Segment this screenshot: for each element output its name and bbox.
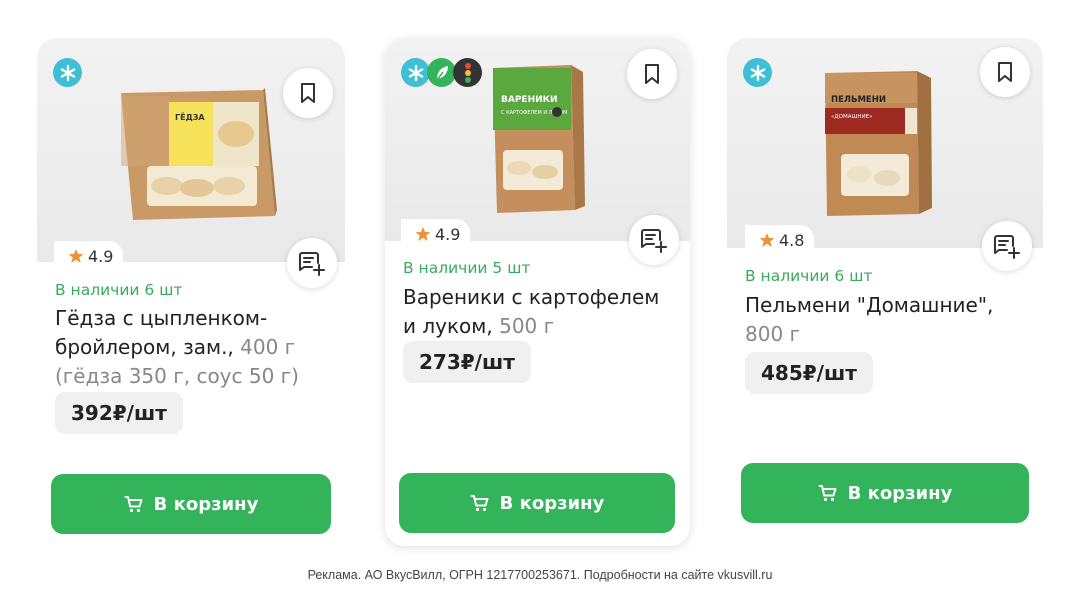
package-label: ГЁДЗА xyxy=(175,112,205,122)
price-tag: 392₽/шт xyxy=(55,392,183,434)
title-line: и луком, 500 г xyxy=(403,314,555,338)
stock-status: В наличии 5 шт xyxy=(403,259,531,277)
rating: 4.9 xyxy=(401,219,471,249)
price-tag: 273₽/шт xyxy=(403,341,531,383)
product-title[interactable]: Гёдза с цыпленком- бройлером, зам., 400 … xyxy=(55,304,299,391)
rating-value: 4.9 xyxy=(435,224,461,244)
add-to-cart-button[interactable]: В корзину xyxy=(741,463,1029,523)
package-sublabel: «ДОМАШНИЕ» xyxy=(831,114,872,120)
ad-disclaimer: Реклама. АО ВкусВилл, ОГРН 1217700253671… xyxy=(307,568,773,582)
rating-value: 4.9 xyxy=(88,246,114,266)
product-weight: 400 г xyxy=(240,335,296,359)
leaf-icon xyxy=(427,58,456,87)
badges xyxy=(401,58,482,87)
list-add-icon xyxy=(299,252,325,276)
package-label: ВАРЕНИКИ xyxy=(501,95,558,105)
product-card-vareniki[interactable]: ВАРЕНИКИ С КАРТОФЕЛЕМ И ЛУКОМ 4.9 В нали… xyxy=(385,38,690,546)
star-icon xyxy=(68,249,84,263)
add-to-cart-button[interactable]: В корзину xyxy=(399,473,675,533)
stock-status: В наличии 6 шт xyxy=(55,281,183,299)
product-title[interactable]: Вареники с картофелем и луком, 500 г xyxy=(403,283,659,341)
cart-button-label: В корзину xyxy=(847,482,953,504)
cart-button-label: В корзину xyxy=(153,493,259,515)
bookmark-icon xyxy=(998,62,1012,82)
title-line: Гёдза с цыпленком- xyxy=(55,306,268,330)
package-label: ПЕЛЬМЕНИ xyxy=(831,95,886,105)
add-to-cart-button[interactable]: В корзину xyxy=(51,474,331,534)
bookmark-button[interactable] xyxy=(283,68,333,118)
stock-status: В наличии 6 шт xyxy=(745,267,873,285)
add-to-list-button[interactable] xyxy=(982,221,1032,271)
list-add-icon xyxy=(994,235,1020,259)
star-icon xyxy=(415,227,431,241)
price-tag: 485₽/шт xyxy=(745,352,873,394)
bookmark-icon xyxy=(645,64,659,84)
cart-icon xyxy=(818,485,837,502)
cart-button-label: В корзину xyxy=(499,492,605,514)
product-weight: 800 г xyxy=(745,322,801,346)
list-add-icon xyxy=(641,229,667,253)
title-line: Вареники с картофелем xyxy=(403,285,660,309)
bookmark-button[interactable] xyxy=(627,49,677,99)
rating: 4.8 xyxy=(745,225,815,255)
snowflake-icon xyxy=(53,58,82,87)
title-line: Пельмени "Домашние", xyxy=(745,293,994,317)
add-to-list-button[interactable] xyxy=(287,238,337,288)
badges xyxy=(53,58,82,87)
cart-icon xyxy=(470,495,489,512)
badges xyxy=(743,58,772,87)
title-line: (гёдза 350 г, соус 50 г) xyxy=(55,364,299,388)
bookmark-icon xyxy=(301,83,315,103)
add-to-list-button[interactable] xyxy=(629,215,679,265)
title-line: бройлером, зам., 400 г xyxy=(55,335,296,359)
cart-icon xyxy=(124,496,143,513)
product-card-gyoza[interactable]: ГЁДЗА 4.9 В наличии 6 шт Гёдза с цыпленк… xyxy=(37,38,345,544)
rating-value: 4.8 xyxy=(779,230,805,250)
product-card-pelmeni[interactable]: ПЕЛЬМЕНИ «ДОМАШНИЕ» 4.8 В наличии 6 шт П… xyxy=(727,38,1043,538)
snowflake-icon xyxy=(743,58,772,87)
product-title[interactable]: Пельмени "Домашние", 800 г xyxy=(745,291,993,349)
bookmark-button[interactable] xyxy=(980,47,1030,97)
star-icon xyxy=(759,233,775,247)
traffic-light-icon xyxy=(453,58,482,87)
product-weight: 500 г xyxy=(499,314,555,338)
rating: 4.9 xyxy=(54,241,124,271)
snowflake-icon xyxy=(401,58,430,87)
